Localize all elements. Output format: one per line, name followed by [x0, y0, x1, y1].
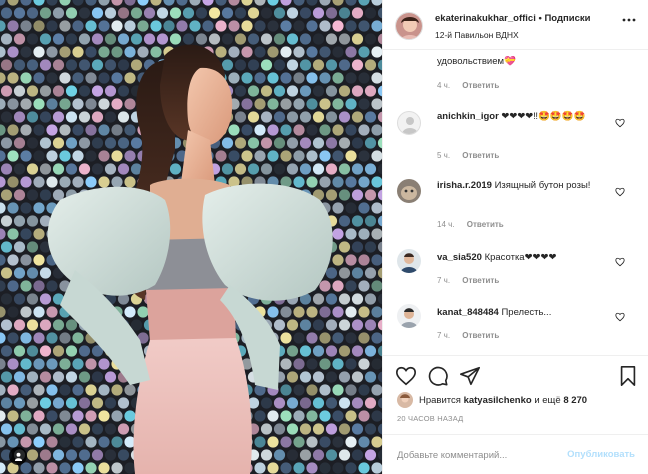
comment-time: 7 ч. — [437, 331, 451, 340]
reply-button[interactable]: Ответить — [462, 81, 499, 90]
commenter-username[interactable]: va_sia520 — [437, 252, 482, 263]
likes-count[interactable]: 8 270 — [563, 395, 587, 406]
commenter-username[interactable]: irisha.r.2019 — [437, 180, 492, 191]
comment-time: 14 ч. — [437, 220, 455, 229]
comment-body: Прелесть... — [501, 307, 552, 318]
user-tag-icon — [14, 452, 22, 461]
more-icon[interactable] — [621, 14, 637, 26]
comment-meta: 7 ч. Ответить — [437, 331, 499, 340]
comment-like-icon[interactable] — [615, 187, 625, 197]
comment-meta: 4 ч. Ответить — [437, 81, 499, 90]
comment-body: Изящный бутон розы! — [494, 180, 591, 191]
liker-username[interactable]: katyasilchenko — [464, 395, 532, 406]
publish-button[interactable]: Опубликовать — [567, 449, 635, 460]
comment-meta: 7 ч. Ответить — [437, 276, 499, 285]
user-tag-button[interactable] — [9, 447, 27, 465]
comment-meta: 5 ч. Ответить — [437, 151, 499, 160]
post-panel: ekaterinakukhar_offici • Подписки 12-й П… — [382, 0, 648, 474]
comment-body: удовольствием💝 — [437, 56, 516, 67]
reply-button[interactable]: Ответить — [462, 151, 499, 160]
commenter-username[interactable]: anichkin_igor — [437, 111, 499, 122]
post-header: ekaterinakukhar_offici • Подписки 12-й П… — [383, 0, 648, 50]
comment-meta: 14 ч. Ответить — [437, 220, 504, 229]
comment-text: удовольствием💝 — [437, 54, 617, 69]
comment-text: irisha.r.2019 Изящный бутон розы! — [437, 178, 617, 193]
comment-time: 7 ч. — [437, 276, 451, 285]
comment-time: 4 ч. — [437, 81, 451, 90]
follow-button[interactable]: Подписки — [544, 13, 590, 24]
action-bar — [383, 355, 648, 395]
author-avatar[interactable] — [395, 12, 423, 40]
post-image — [0, 0, 382, 474]
heart-icon[interactable] — [395, 365, 417, 387]
likes-middle: и ещё — [534, 394, 561, 406]
commenter-avatar[interactable] — [397, 249, 421, 273]
reply-button[interactable]: Ответить — [462, 331, 499, 340]
reply-button[interactable]: Ответить — [462, 276, 499, 285]
commenter-username[interactable]: kanat_848484 — [437, 307, 499, 318]
commenter-avatar[interactable] — [397, 179, 421, 203]
bookmark-icon[interactable] — [617, 365, 639, 387]
share-icon[interactable] — [459, 365, 481, 387]
comment-like-icon[interactable] — [615, 257, 625, 267]
comment-like-icon[interactable] — [615, 312, 625, 322]
comment-text: anichkin_igor ❤❤❤❤‼🤩🤩🤩🤩 — [437, 109, 617, 124]
post-photo[interactable] — [0, 0, 382, 474]
post-timestamp[interactable]: 20 ЧАСОВ НАЗАД — [397, 414, 463, 423]
reply-button[interactable]: Ответить — [467, 220, 504, 229]
location-link[interactable]: 12-й Павильон ВДНХ — [435, 30, 519, 40]
separator-dot: • — [538, 13, 542, 24]
commenter-avatar[interactable] — [397, 111, 421, 135]
comment-text: va_sia520 Красотка❤❤❤❤ — [437, 250, 617, 265]
comment-body: ❤❤❤❤‼🤩🤩🤩🤩 — [501, 111, 586, 122]
liker-avatar[interactable] — [397, 392, 413, 408]
comment-input[interactable] — [397, 447, 557, 463]
likes-prefix: Нравится — [419, 394, 461, 406]
comment-icon[interactable] — [427, 365, 449, 387]
comment-like-icon[interactable] — [615, 118, 625, 128]
comment-time: 5 ч. — [437, 151, 451, 160]
likes-line: Нравится katyasilchenko и ещё 8 270 — [397, 392, 587, 408]
author-username[interactable]: ekaterinakukhar_offici — [435, 13, 536, 24]
comment-text: kanat_848484 Прелесть... — [437, 305, 617, 320]
comments-list[interactable]: удовольствием💝 4 ч. Ответить anichkin_ig… — [383, 51, 648, 355]
add-comment-bar: Опубликовать — [383, 434, 648, 474]
comment-body: Красотка❤❤❤❤ — [484, 252, 557, 263]
author-line: ekaterinakukhar_offici • Подписки — [435, 13, 590, 24]
commenter-avatar[interactable] — [397, 304, 421, 328]
